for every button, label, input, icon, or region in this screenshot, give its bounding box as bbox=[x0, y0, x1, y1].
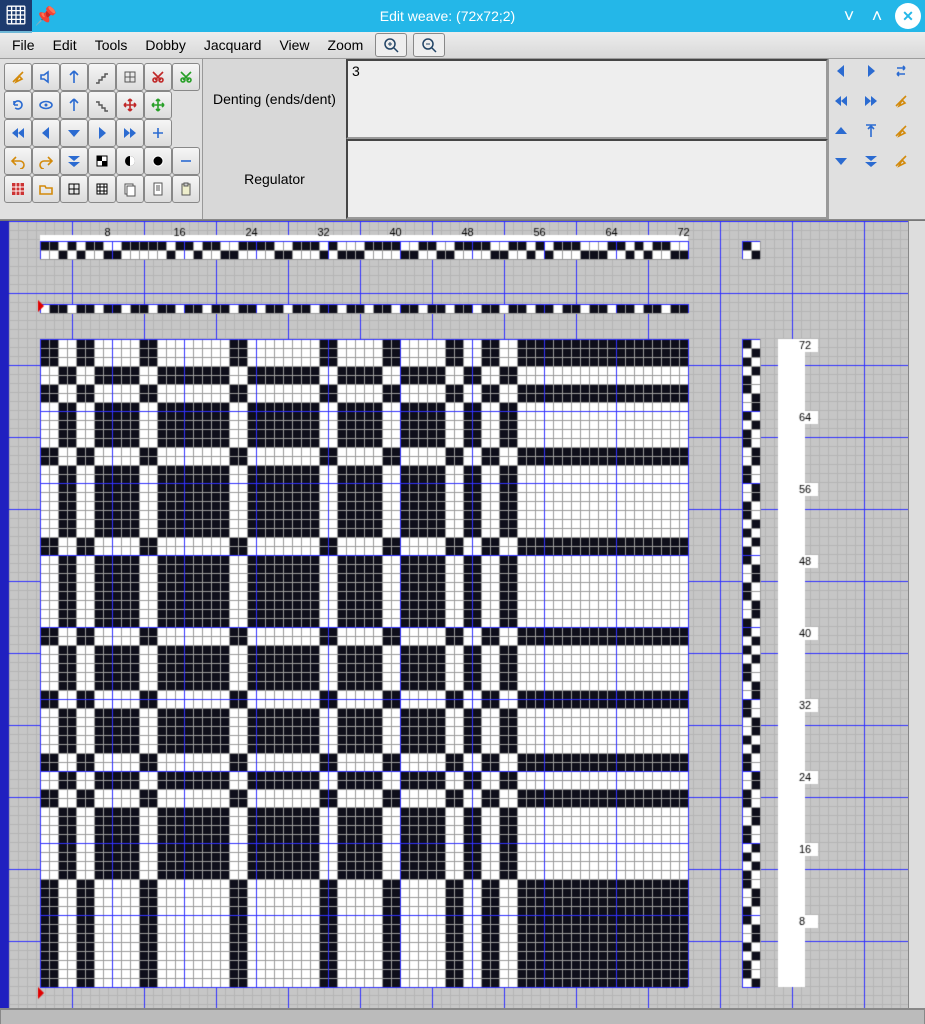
tri-down-icon[interactable] bbox=[833, 153, 861, 181]
broom-icon[interactable] bbox=[893, 93, 921, 121]
clipboard-icon[interactable] bbox=[172, 175, 200, 203]
regulator-input[interactable] bbox=[346, 139, 828, 219]
menu-dobby[interactable]: Dobby bbox=[139, 35, 191, 55]
menu-tools[interactable]: Tools bbox=[89, 35, 134, 55]
redo-icon[interactable] bbox=[32, 147, 60, 175]
grid-bw-icon[interactable] bbox=[88, 147, 116, 175]
app-icon bbox=[0, 0, 32, 33]
pin-icon[interactable]: 📌 bbox=[32, 6, 60, 27]
menu-view[interactable]: View bbox=[273, 35, 315, 55]
tri-left-icon[interactable] bbox=[833, 63, 861, 91]
titlebar: 📌 Edit weave: (72x72;2) ˅ ˄ ✕ bbox=[0, 0, 925, 32]
menu-jacquard[interactable]: Jacquard bbox=[198, 35, 268, 55]
pattern-icon[interactable] bbox=[4, 175, 32, 203]
broom3-icon[interactable] bbox=[893, 153, 921, 181]
zoom-out-button[interactable] bbox=[413, 33, 445, 57]
broom-icon[interactable] bbox=[4, 63, 32, 91]
move-red-icon[interactable] bbox=[116, 91, 144, 119]
copy-icon[interactable] bbox=[116, 175, 144, 203]
rew-icon[interactable] bbox=[833, 93, 861, 121]
left-toolbar bbox=[0, 59, 203, 219]
minimize-button[interactable]: ˅ bbox=[835, 6, 863, 27]
window-title: Edit weave: (72x72;2) bbox=[60, 8, 835, 24]
denting-input[interactable]: 3 bbox=[346, 59, 828, 139]
up-line-icon[interactable] bbox=[863, 123, 891, 151]
scissors-red-icon[interactable] bbox=[144, 63, 172, 91]
plus-icon[interactable] bbox=[144, 119, 172, 147]
minus-icon[interactable] bbox=[172, 147, 200, 175]
weave-editor[interactable] bbox=[0, 220, 925, 1008]
menu-file[interactable]: File bbox=[6, 35, 41, 55]
scissors-green-icon[interactable] bbox=[172, 63, 200, 91]
doc-icon[interactable] bbox=[144, 175, 172, 203]
folder-icon[interactable] bbox=[32, 175, 60, 203]
eye-icon[interactable] bbox=[32, 91, 60, 119]
menubar: File Edit Tools Dobby Jacquard View Zoom bbox=[0, 32, 925, 59]
workspace: Denting (ends/dent) 3 Regulator bbox=[0, 59, 925, 1024]
stairs-ne-icon[interactable] bbox=[88, 91, 116, 119]
refresh-icon[interactable] bbox=[4, 91, 32, 119]
undo-icon[interactable] bbox=[4, 147, 32, 175]
maximize-button[interactable]: ˄ bbox=[863, 6, 891, 27]
parameter-panel: Denting (ends/dent) 3 Regulator bbox=[203, 59, 828, 219]
close-button[interactable]: ✕ bbox=[895, 3, 921, 29]
menu-zoom[interactable]: Zoom bbox=[322, 35, 370, 55]
fwd-icon[interactable] bbox=[863, 93, 891, 121]
tree-up2-icon[interactable] bbox=[60, 91, 88, 119]
regulator-label: Regulator bbox=[203, 139, 346, 219]
left-icon[interactable] bbox=[32, 119, 60, 147]
fwd-icon[interactable] bbox=[116, 119, 144, 147]
down2-icon[interactable] bbox=[863, 153, 891, 181]
right-toolbar bbox=[828, 59, 925, 219]
window-icon[interactable] bbox=[116, 63, 144, 91]
zoom-in-button[interactable] bbox=[375, 33, 407, 57]
grid-small-icon[interactable] bbox=[88, 175, 116, 203]
invert-icon[interactable] bbox=[144, 147, 172, 175]
down2-icon[interactable] bbox=[60, 147, 88, 175]
top-strip: Denting (ends/dent) 3 Regulator bbox=[0, 59, 925, 220]
horizontal-scrollbar[interactable] bbox=[0, 1008, 925, 1024]
right-icon[interactable] bbox=[88, 119, 116, 147]
crosshair-icon[interactable] bbox=[60, 175, 88, 203]
swap-icon[interactable] bbox=[893, 63, 921, 91]
vertical-scrollbar[interactable] bbox=[908, 221, 925, 1008]
denting-label: Denting (ends/dent) bbox=[203, 59, 346, 139]
menu-edit[interactable]: Edit bbox=[47, 35, 83, 55]
broom2-icon[interactable] bbox=[893, 123, 921, 151]
tri-up-icon[interactable] bbox=[833, 123, 861, 151]
sound-icon[interactable] bbox=[32, 63, 60, 91]
tri-right-icon[interactable] bbox=[863, 63, 891, 91]
tree-up-icon[interactable] bbox=[60, 63, 88, 91]
down-icon[interactable] bbox=[60, 119, 88, 147]
rew-icon[interactable] bbox=[4, 119, 32, 147]
move-green-icon[interactable] bbox=[144, 91, 172, 119]
contrast-icon[interactable] bbox=[116, 147, 144, 175]
stairs-nw-icon[interactable] bbox=[88, 63, 116, 91]
